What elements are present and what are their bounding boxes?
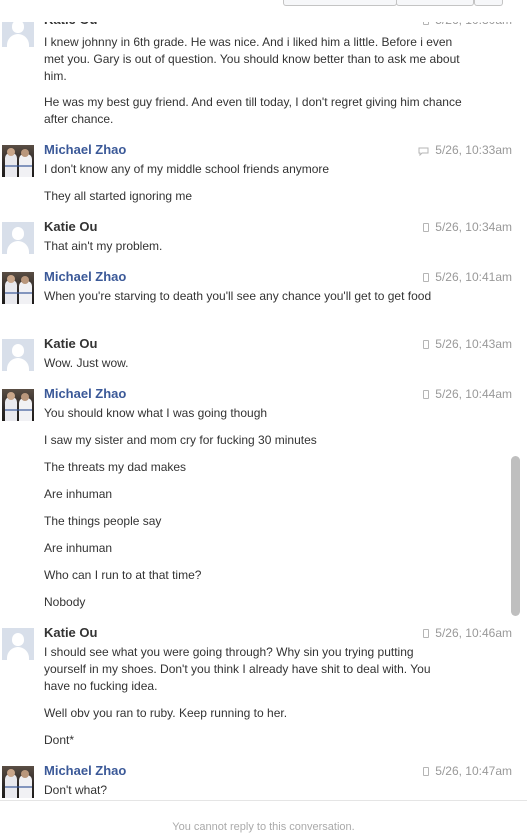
message-text: Wow. Just wow. [44,356,129,370]
message-text: That ain't my problem. [44,239,163,253]
reply-disabled-notice: You cannot reply to this conversation. [172,821,355,833]
message-text: Well obv you ran to ruby. Keep running t… [44,706,288,720]
phone-icon [423,629,430,638]
message-text: I knew johnny in 6th grade. He was nice.… [44,35,460,83]
message-text: Are inhuman [44,541,113,555]
phone-icon [423,390,430,399]
avatar-michael[interactable] [2,389,34,421]
sender-name[interactable]: Katie Ou [44,336,97,351]
avatar-katie[interactable] [2,339,34,371]
timestamp: 5/26, 10:41am [423,270,512,284]
avatar-katie[interactable] [2,628,34,660]
message-text: You should know what I was going though [44,406,268,420]
message-text: The things people say [44,514,162,528]
message-text: I don't know any of my middle school fri… [44,162,330,176]
chat-icon [418,147,429,156]
timestamp: 5/26, 10:44am [423,387,512,401]
sender-name[interactable]: Michael Zhao [44,142,126,157]
message-text: I saw my sister and mom cry for fucking … [44,433,317,447]
timestamp: 5/26, 10:33am [418,143,512,157]
sender-name[interactable]: Michael Zhao [44,763,126,778]
timestamp: 5/26, 10:47am [423,764,512,778]
toolbar-button[interactable] [283,0,397,6]
sender-name[interactable]: Michael Zhao [44,386,126,401]
timestamp: 5/26, 10:34am [423,220,512,234]
message-text: When you're starving to death you'll see… [44,289,432,303]
message-thread[interactable]: Katie Ou 5/26, 10:30am I knew johnny in … [0,0,527,800]
phone-icon [423,273,430,282]
message-text: I should see what you were going through… [44,645,431,693]
avatar-michael[interactable] [2,145,34,177]
sender-name[interactable]: Katie Ou [44,625,97,640]
timestamp: 5/26, 10:46am [423,626,512,640]
phone-icon [423,340,430,349]
avatar-katie[interactable] [2,222,34,254]
avatar-michael[interactable] [2,272,34,304]
scrollbar-thumb[interactable] [511,456,520,616]
message-text: Nobody [44,595,86,609]
footer: You cannot reply to this conversation. [0,800,527,840]
message-text: Don't what? [44,783,107,797]
message-text: Who can I run to at that time? [44,568,202,582]
message-text: They all started ignoring me [44,189,193,203]
message-text: He was my best guy friend. And even till… [44,95,462,126]
phone-icon [423,767,430,776]
sender-name[interactable]: Michael Zhao [44,269,126,284]
message-text: Dont* [44,733,75,747]
message-text: Are inhuman [44,487,113,501]
top-toolbar [0,0,527,22]
avatar-michael[interactable] [2,766,34,798]
toolbar-button[interactable] [474,0,503,6]
sender-name[interactable]: Katie Ou [44,219,97,234]
toolbar-button[interactable] [396,0,474,6]
timestamp: 5/26, 10:43am [423,337,512,351]
message-text: The threats my dad makes [44,460,187,474]
phone-icon [423,223,430,232]
